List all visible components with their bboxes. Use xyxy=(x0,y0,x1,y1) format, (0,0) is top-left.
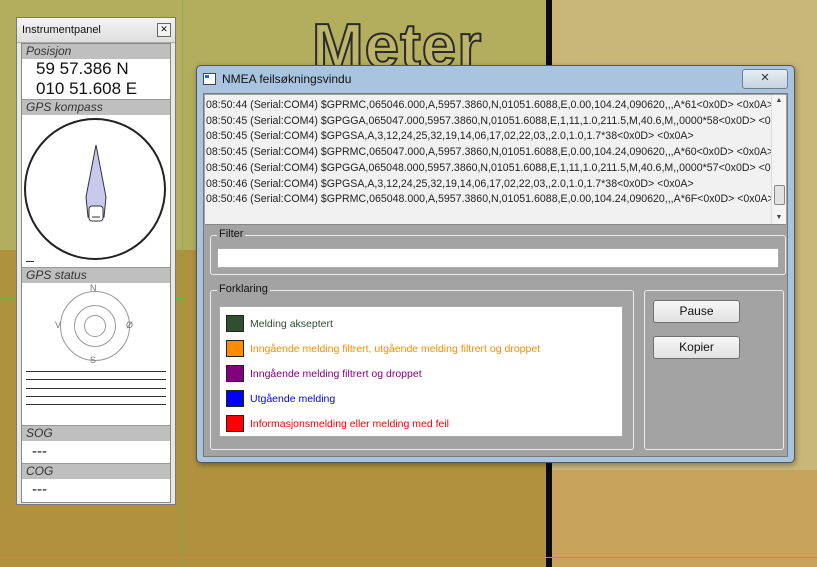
nmea-debug-window[interactable]: NMEA feilsøkningsvindu ✕ 08:50:44 (Seria… xyxy=(196,65,795,463)
compass-tick xyxy=(26,261,34,262)
longitude-value: 010 51.608 E xyxy=(36,79,138,98)
nmea-window-titlebar[interactable]: NMEA feilsøkningsvindu ✕ xyxy=(197,66,794,92)
legend-item: Inngående melding filtrert, utgående mel… xyxy=(226,340,540,357)
legend-item: Informasjonsmelding eller melding med fe… xyxy=(226,415,449,432)
nmea-log-lines: 08:50:44 (Serial:COM4) $GPRMC,065046.000… xyxy=(206,98,772,208)
signal-bar-baseline xyxy=(26,388,166,389)
sog-value: --- xyxy=(32,443,47,460)
log-line: 08:50:45 (Serial:COM4) $GPGSA,A,3,12,24,… xyxy=(206,130,694,143)
satellite-ring-inner xyxy=(84,315,106,337)
legend-list: Melding akseptert Inngående melding filtr… xyxy=(219,306,623,437)
gps-compass xyxy=(22,115,170,267)
log-line: 08:50:46 (Serial:COM4) $GPGGA,065048.000… xyxy=(206,161,772,174)
legend-color-swatch xyxy=(226,365,244,382)
instrument-panel-title: Instrumentpanel xyxy=(22,24,101,36)
section-header-cog: COG xyxy=(22,463,170,479)
log-line: 08:50:46 (Serial:COM4) $GPRMC,065048.000… xyxy=(206,193,772,206)
map-area-lower-right xyxy=(550,470,817,567)
close-button[interactable]: ✕ xyxy=(742,69,788,89)
cardinal-east: Ø xyxy=(126,320,134,330)
signal-bar-baseline xyxy=(26,396,166,397)
legend-color-swatch xyxy=(226,415,244,432)
signal-bar-baseline xyxy=(26,371,166,372)
signal-bar-baseline xyxy=(26,379,166,380)
cardinal-south: S xyxy=(90,355,97,365)
gps-status-view: N S Ø V xyxy=(22,283,170,425)
nmea-window-client: 08:50:44 (Serial:COM4) $GPRMC,065046.000… xyxy=(203,93,788,457)
legend-item: Inngående melding filtrert og droppet xyxy=(226,365,422,382)
log-scrollbar[interactable]: ▲ ▼ xyxy=(771,95,786,224)
close-icon: ✕ xyxy=(760,72,770,84)
compass-needle-icon xyxy=(85,144,107,222)
legend-item: Melding akseptert xyxy=(226,315,333,332)
actions-group: Pause Kopier xyxy=(644,290,784,450)
legend-text: Inngående melding filtrert, utgående mel… xyxy=(250,342,541,355)
scrollbar-thumb[interactable] xyxy=(774,185,785,205)
scroll-up-icon[interactable]: ▲ xyxy=(772,95,786,107)
signal-bar-baseline xyxy=(26,404,166,405)
instrument-panel[interactable]: Instrumentpanel ✕ Posisjon 59 57.386 N 0… xyxy=(16,17,176,505)
log-line: 08:50:45 (Serial:COM4) $GPGGA,065047.000… xyxy=(206,114,772,127)
close-icon[interactable]: ✕ xyxy=(157,23,171,37)
nmea-log-view[interactable]: 08:50:44 (Serial:COM4) $GPRMC,065046.000… xyxy=(205,95,786,225)
instrument-panel-body: Posisjon 59 57.386 N 010 51.608 E GPS ko… xyxy=(21,43,171,503)
legend-color-swatch xyxy=(226,340,244,357)
legend-color-swatch xyxy=(226,390,244,407)
filter-group: Filter xyxy=(210,228,786,275)
copy-button[interactable]: Kopier xyxy=(653,336,740,359)
map-gridline xyxy=(182,0,183,567)
pause-button[interactable]: Pause xyxy=(653,300,740,323)
section-header-position: Posisjon xyxy=(22,44,170,59)
scroll-down-icon[interactable]: ▼ xyxy=(772,212,786,224)
instrument-panel-titlebar[interactable]: Instrumentpanel ✕ xyxy=(17,18,175,43)
filter-input[interactable] xyxy=(217,248,779,268)
legend-group-label: Forklaring xyxy=(217,283,270,295)
section-header-compass: GPS kompass xyxy=(22,99,170,115)
legend-text: Utgående melding xyxy=(250,392,336,405)
legend-color-swatch xyxy=(226,315,244,332)
nmea-window-title: NMEA feilsøkningsvindu xyxy=(222,72,352,86)
log-line: 08:50:46 (Serial:COM4) $GPGSA,A,3,12,24,… xyxy=(206,177,694,190)
map-gridline xyxy=(0,557,817,558)
cardinal-west: V xyxy=(55,320,62,330)
legend-text: Inngående melding filtrert og droppet xyxy=(250,367,422,380)
section-header-sog: SOG xyxy=(22,425,170,441)
section-header-gps-status: GPS status xyxy=(22,267,170,283)
legend-group: Forklaring Melding akseptert Inngående me… xyxy=(210,283,634,450)
cardinal-north: N xyxy=(90,283,97,293)
filter-group-label: Filter xyxy=(217,228,246,240)
window-app-icon xyxy=(203,73,216,85)
cog-value: --- xyxy=(32,481,47,498)
legend-text: Melding akseptert xyxy=(250,317,333,330)
legend-item: Utgående melding xyxy=(226,390,335,407)
legend-text: Informasjonsmelding eller melding med fe… xyxy=(250,417,450,430)
latitude-value: 59 57.386 N xyxy=(36,59,129,78)
log-line: 08:50:45 (Serial:COM4) $GPRMC,065047.000… xyxy=(206,146,772,159)
log-line: 08:50:44 (Serial:COM4) $GPRMC,065046.000… xyxy=(206,99,772,111)
